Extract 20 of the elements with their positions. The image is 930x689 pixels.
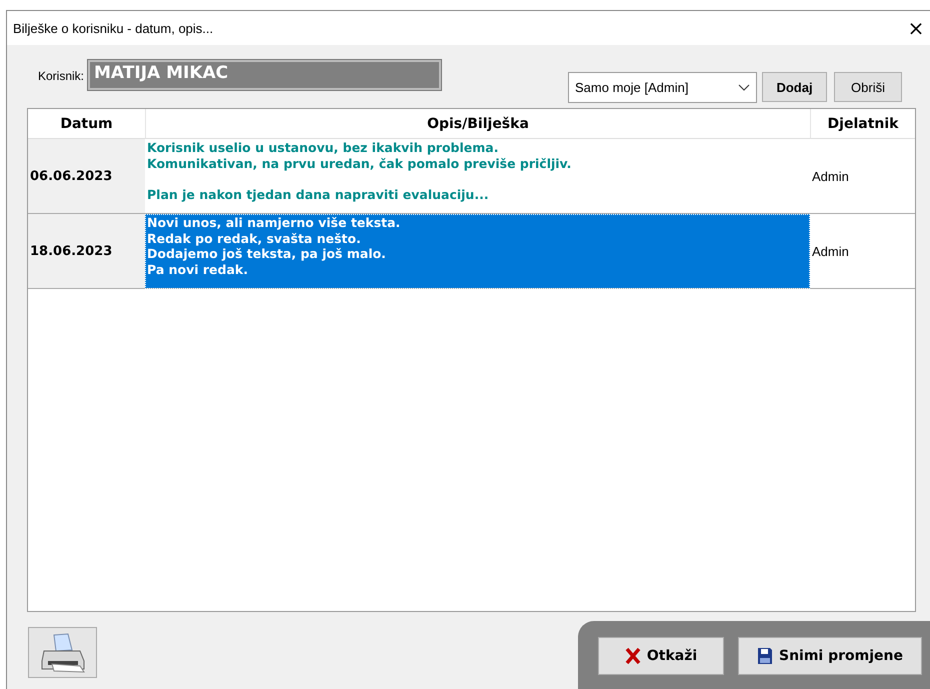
close-button[interactable]: × [902,16,930,40]
add-button[interactable]: Dodaj [762,72,828,102]
worker-cell: Admin [810,139,915,214]
printer-icon [40,632,86,672]
date-cell: 18.06.2023 [28,214,145,289]
cancel-button[interactable]: Otkaži [598,637,724,675]
user-field: MATIJA MIKAC [88,60,442,90]
close-icon [624,647,641,665]
save-button[interactable]: Snimi promjene [738,637,922,675]
worker-cell: Admin [810,214,915,289]
chevron-down-icon [738,84,750,92]
column-header: Djelatnik [810,109,915,139]
column-header: Opis/Bilješka [145,109,810,139]
filter-dropdown[interactable]: Samo moje [Admin] [568,72,758,103]
delete-button[interactable]: Obriši [834,72,902,102]
window-title: Bilješke o korisniku - datum, opis... [13,20,214,36]
date-cell: 06.06.2023 [28,139,145,214]
print-button[interactable] [28,627,97,678]
note-cell[interactable]: Novi unos, ali namjerno više teksta. Redak po redak, svašta nešto. Dodajemo još teksta, pa još malo. Pa novi redak. [145,214,810,289]
user-label: Korisnik: [38,69,84,83]
